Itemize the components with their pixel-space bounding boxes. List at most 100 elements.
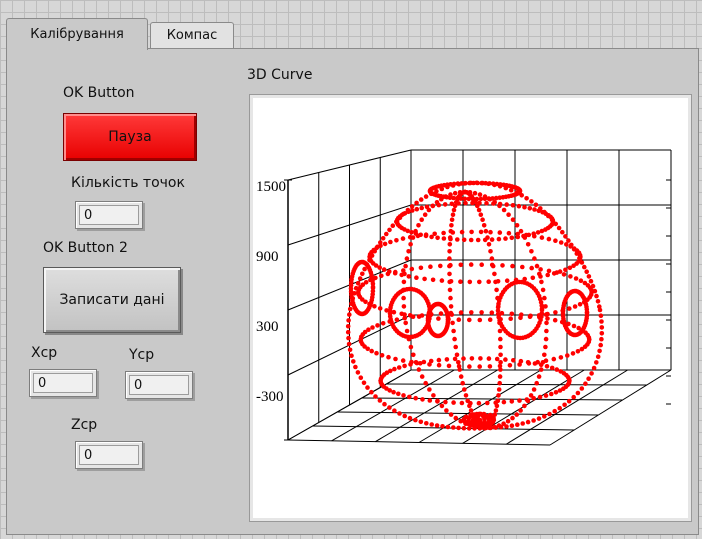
data-point (481, 411, 487, 417)
data-point (427, 387, 432, 392)
data-point (488, 229, 493, 235)
xcp-caption: Xcp (31, 345, 58, 361)
data-point (495, 398, 501, 404)
data-point (429, 422, 434, 427)
data-point (448, 228, 454, 234)
data-point (445, 317, 451, 322)
data-point (401, 295, 406, 301)
data-point (470, 196, 476, 202)
data-point (584, 269, 589, 274)
zcp-field[interactable]: 0 (75, 441, 143, 469)
data-point (445, 424, 451, 430)
data-point (485, 400, 490, 406)
data-point (546, 236, 552, 242)
data-point (444, 357, 450, 362)
data-point (498, 336, 503, 342)
data-point (381, 267, 387, 272)
data-point (481, 223, 487, 228)
tab-compass[interactable]: Компас (150, 22, 234, 48)
data-point (390, 223, 396, 228)
data-point (443, 399, 448, 405)
pause-button[interactable]: Пауза (63, 113, 197, 161)
data-point (551, 356, 557, 362)
tab-compass-label: Компас (166, 28, 218, 43)
data-point (570, 351, 576, 356)
data-point (418, 419, 424, 425)
data-point (492, 271, 497, 277)
data-point (531, 387, 537, 392)
data-point (467, 317, 472, 323)
data-point (380, 321, 386, 326)
xcp-field[interactable]: 0 (29, 369, 97, 397)
data-point (540, 360, 546, 365)
data-point (484, 200, 489, 206)
data-point (379, 273, 384, 279)
data-point (486, 356, 492, 361)
data-point (434, 423, 440, 428)
data-point (449, 217, 455, 222)
tab-calibration-label: Калібрування (30, 27, 124, 42)
data-point (427, 398, 433, 403)
data-point (497, 203, 502, 209)
data-point (438, 311, 444, 316)
data-point (543, 336, 549, 342)
data-point (469, 229, 474, 235)
data-point (478, 356, 483, 361)
data-point (387, 405, 392, 410)
data-point (485, 235, 490, 240)
data-point (392, 408, 397, 414)
data-point (586, 376, 591, 382)
data-point (478, 229, 484, 235)
data-point (498, 344, 503, 350)
data-point (346, 341, 352, 347)
data-point (524, 196, 529, 201)
data-point (447, 249, 452, 254)
data-point (498, 352, 503, 358)
data-point (401, 393, 406, 398)
data-point (553, 238, 558, 243)
data-point (403, 320, 408, 326)
data-point (468, 412, 473, 418)
data-point (589, 288, 594, 293)
data-point (440, 424, 445, 429)
data-point (598, 342, 603, 348)
data-point (501, 207, 507, 213)
data-point (430, 277, 436, 283)
data-point (382, 241, 388, 247)
data-point (449, 223, 454, 228)
3d-curve-plot[interactable]: 1500 900 300 -300 (249, 94, 692, 522)
data-point (474, 196, 480, 202)
data-point (407, 394, 412, 400)
data-point (451, 207, 457, 213)
data-point (448, 295, 453, 301)
z-tick-label: 1500 (256, 179, 286, 195)
data-point (482, 423, 488, 429)
data-point (347, 347, 353, 353)
data-point (422, 212, 428, 217)
data-point (451, 400, 456, 405)
data-point (424, 421, 429, 426)
ycp-field[interactable]: 0 (125, 371, 193, 399)
data-point (407, 415, 413, 421)
save-data-button[interactable]: Записати дані (43, 267, 181, 333)
data-point (508, 316, 513, 321)
3d-curve-canvas[interactable]: 1500 900 300 -300 (250, 95, 691, 521)
calibration-panel: OK Button Пауза Кількість точок 0 OK But… (6, 48, 699, 535)
plot-caption: 3D Curve (247, 67, 313, 83)
data-point (468, 262, 474, 267)
data-point (436, 316, 441, 321)
data-point (366, 327, 371, 332)
data-point (588, 278, 594, 284)
data-point (571, 323, 577, 329)
data-point (573, 276, 579, 281)
tab-calibration[interactable]: Калібрування (6, 18, 148, 50)
data-point (536, 374, 542, 379)
data-point (477, 317, 483, 323)
data-point (349, 353, 354, 359)
data-point (459, 229, 465, 235)
points-count-field[interactable]: 0 (75, 201, 143, 229)
data-point (597, 348, 602, 354)
data-point (419, 217, 424, 222)
data-point (453, 415, 459, 421)
ycp-value: 0 (129, 375, 189, 395)
